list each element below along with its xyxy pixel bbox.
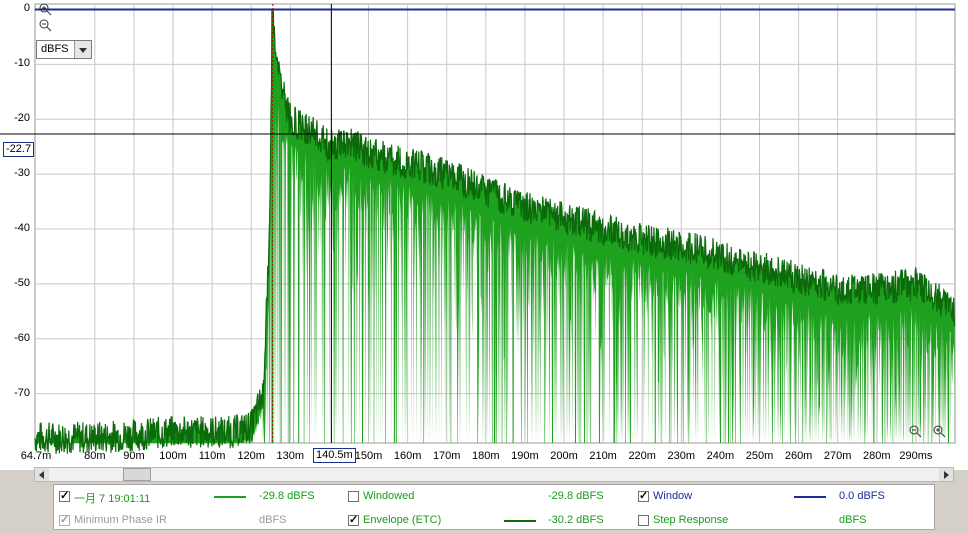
x-tick-label: 190m [511, 450, 539, 462]
legend-swatch [214, 496, 246, 498]
legend-label: 一月 7 19:01:11 [74, 493, 151, 505]
x-tick-label: 110m [198, 450, 226, 462]
legend-value: -30.2 dBFS [548, 514, 604, 526]
x-tick-label: 64.7m [20, 450, 52, 462]
y-tick-label: -20 [14, 112, 30, 125]
x-tick-label: 240m [706, 450, 735, 462]
y-tick-label: -10 [14, 57, 30, 70]
unit-dropdown-value: dBFS [41, 43, 69, 55]
legend-label: Envelope (ETC) [363, 514, 442, 526]
x-tick-label: 100m [159, 450, 187, 462]
legend-value: -29.8 dBFS [259, 490, 315, 502]
y-tick-label: -70 [14, 386, 30, 399]
x-tick-label: 180m [472, 450, 500, 462]
y-tick-label: -60 [14, 331, 30, 344]
x-tick-label: 220m [628, 450, 656, 462]
y-tick-label: -30 [14, 167, 30, 180]
zoom-in-horizontal-icon[interactable] [932, 424, 946, 438]
unit-dropdown[interactable]: dBFS [36, 40, 92, 59]
x-tick-label: 280m [863, 450, 891, 462]
etc-chart[interactable] [0, 0, 968, 470]
x-tick-label: 290ms [899, 450, 933, 462]
x-tick-label: 150m [354, 450, 383, 462]
y-cursor-readout: -22.7 [3, 142, 35, 157]
scroll-left-arrow-icon[interactable] [35, 468, 49, 481]
legend-checkbox[interactable] [59, 489, 70, 502]
legend-value: dBFS [839, 514, 867, 526]
x-tick-label: 270m [823, 450, 852, 462]
legend-swatch [794, 496, 826, 498]
legend-checkbox[interactable] [638, 489, 649, 502]
x-tick-label: 260m [784, 450, 813, 462]
legend-label: Windowed [363, 490, 415, 502]
zoom-in-vertical-icon[interactable] [38, 2, 52, 16]
legend-label: Window [653, 490, 693, 502]
etc-plot-area[interactable]: dBFS -22.7 140.5m 0 -10 -20 -30 -40 -50 -60 -70… [0, 0, 968, 470]
legend-label: Step Response [653, 514, 729, 526]
legend-checkbox[interactable] [638, 515, 649, 526]
x-tick-label: 130m [276, 450, 305, 462]
legend-swatch [504, 520, 536, 522]
x-tick-label: 120m [237, 450, 265, 462]
x-tick-label: 250m [745, 450, 774, 462]
legend-label: Minimum Phase IR [74, 514, 167, 526]
legend-value: dBFS [259, 514, 287, 526]
y-tick-label: -40 [14, 221, 30, 234]
scroll-thumb[interactable] [123, 468, 151, 481]
scroll-right-arrow-icon[interactable] [939, 468, 953, 481]
y-tick-label: -50 [14, 276, 30, 289]
horizontal-scrollbar[interactable] [34, 467, 954, 482]
x-tick-label: 170m [432, 450, 461, 462]
x-tick-label: 160m [393, 450, 422, 462]
x-tick-label: 200m [550, 450, 578, 462]
legend-checkbox [59, 513, 70, 526]
x-tick-label: 90m [123, 450, 145, 462]
legend-checkbox[interactable] [348, 491, 359, 502]
x-tick-label: 210m [589, 450, 617, 462]
x-tick-label: 230m [667, 450, 696, 462]
x-tick-label: 80m [84, 450, 106, 462]
y-tick-label: 0 [23, 2, 30, 15]
x-cursor-readout: 140.5m [313, 448, 356, 463]
legend-value: 0.0 dBFS [839, 490, 885, 502]
chevron-down-icon[interactable] [74, 41, 91, 58]
legend-checkbox[interactable] [348, 513, 359, 526]
legend-value: -29.8 dBFS [548, 490, 604, 502]
zoom-out-horizontal-icon[interactable] [908, 424, 922, 438]
legend-panel: 一月 7 19:01:11 -29.8 dBFS Windowed -29.8 dBF… [53, 484, 935, 530]
zoom-out-vertical-icon[interactable] [38, 18, 52, 32]
